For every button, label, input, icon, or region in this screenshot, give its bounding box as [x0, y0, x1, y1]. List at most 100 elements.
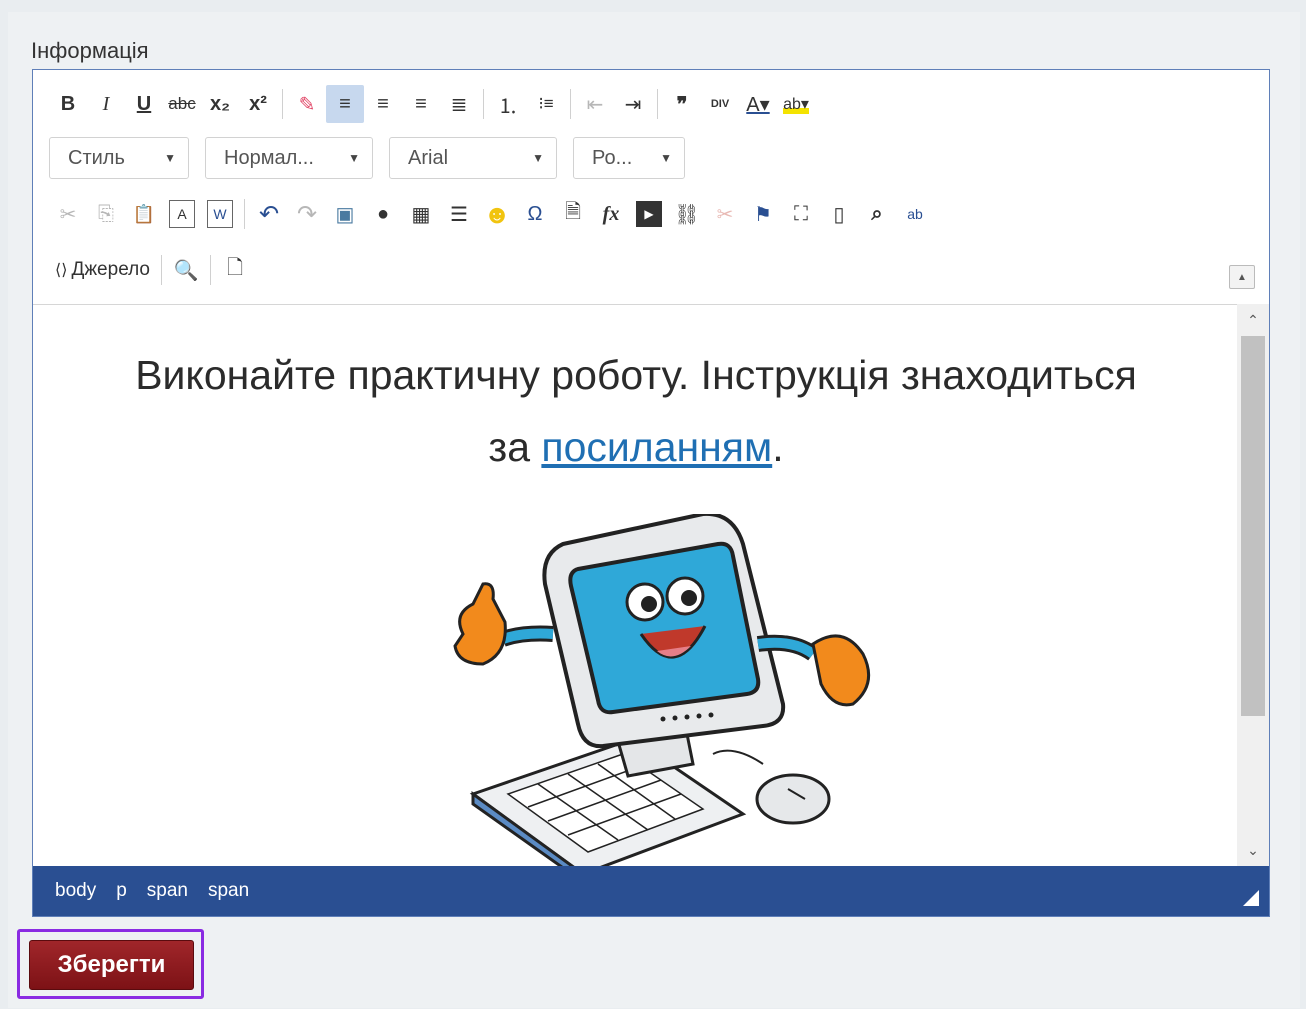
subscript-button[interactable]: x₂ [201, 85, 239, 123]
italic-icon: I [102, 92, 110, 115]
path-item-span[interactable]: span [147, 880, 188, 902]
iframe-button[interactable]: 🗎 [554, 195, 592, 233]
undo-button[interactable]: ↶ [250, 195, 288, 233]
special-char-icon: Ω [527, 202, 543, 225]
align-center-icon: ≡ [377, 92, 389, 115]
scroll-down-arrow-icon[interactable]: ⌄ [1237, 834, 1269, 866]
save-button[interactable]: Зберегти [29, 940, 194, 990]
superscript-button[interactable]: x² [239, 85, 277, 123]
indent-icon: ⇥ [624, 93, 642, 116]
resize-grip-icon[interactable] [1243, 890, 1259, 906]
content-line-1: Виконайте практичну роботу. Інструкція з… [135, 352, 1137, 398]
align-center-button[interactable]: ≡ [364, 85, 402, 123]
undo-icon: ↶ [258, 200, 280, 228]
strikethrough-button[interactable]: abc [163, 85, 201, 123]
align-justify-button[interactable]: ≣ [440, 85, 478, 123]
flash-button[interactable]: ● [364, 195, 402, 233]
link-button[interactable]: ⛓ [668, 195, 706, 233]
paste-word-icon: W [207, 200, 233, 228]
font-combo-value: Arial [408, 146, 449, 169]
keyboard-illustration [469, 737, 747, 866]
toolbar-row-combos: Стиль ▼ Нормал... ▼ Arial ▼ Ро... ▼ [49, 137, 701, 179]
paste-text-button[interactable]: A [163, 195, 201, 233]
special-char-button[interactable]: Ω [516, 195, 554, 233]
templates-button[interactable]: 🗋 [216, 251, 254, 289]
unlink-button[interactable]: ✂ [706, 195, 744, 233]
smiley-icon: ☻ [483, 198, 511, 229]
toolbar-separator [161, 255, 162, 285]
underline-button[interactable]: U [125, 85, 163, 123]
copy-button[interactable]: ⎘ [87, 195, 125, 233]
style-combo-value: Стиль [68, 146, 125, 169]
cut-button[interactable]: ✂ [49, 195, 87, 233]
preview-button[interactable]: 🔍 [167, 251, 205, 289]
horizontal-line-button[interactable]: ☰ [440, 195, 478, 233]
div-container-icon: DIV [710, 98, 730, 110]
bulleted-list-icon: ⁝≡ [538, 94, 554, 113]
path-item-body[interactable]: body [55, 880, 96, 902]
background-color-button[interactable]: ab▾ [777, 85, 815, 123]
source-label: Джерело [71, 259, 150, 280]
find-button[interactable]: ⌕ [858, 195, 896, 233]
scroll-up-arrow-icon[interactable]: ⌃ [1237, 304, 1269, 336]
strikethrough-icon: abc [168, 94, 196, 113]
cut-icon: ✂ [59, 203, 77, 226]
numbered-list-button[interactable]: ⒈ [489, 85, 527, 123]
font-combo[interactable]: Arial ▼ [389, 137, 557, 179]
path-item-span[interactable]: span [208, 880, 249, 902]
superscript-icon: x² [249, 92, 267, 115]
text-color-button[interactable]: A▾ [739, 85, 777, 123]
chevron-down-icon: ▼ [348, 151, 360, 165]
copy-icon: ⎘ [98, 202, 114, 225]
rich-text-editor: B I Uabc x₂ x² ✎ ≡ ≡ ≡ ≣ ⒈ ⁝≡ ⇤ ⇥ ❞ DIV A▾ ab▾ Стиль ▼ Норм… [32, 69, 1270, 917]
text-color-icon: A▾ [746, 93, 770, 116]
align-right-button[interactable]: ≡ [402, 85, 440, 123]
image-button[interactable]: ▣ [326, 195, 364, 233]
paste-word-button[interactable]: W [201, 195, 239, 233]
show-blocks-button[interactable]: ▯ [820, 195, 858, 233]
italic-button[interactable]: I [87, 85, 125, 123]
format-combo[interactable]: Нормал... ▼ [205, 137, 373, 179]
maximize-icon: ⛶ [794, 202, 808, 225]
scroll-thumb[interactable] [1241, 336, 1265, 716]
bulleted-list-button[interactable]: ⁝≡ [527, 85, 565, 123]
smiley-button[interactable]: ☻ [478, 195, 516, 233]
youtube-icon: ▶ [636, 201, 662, 227]
redo-button[interactable]: ↷ [288, 195, 326, 233]
templates-icon: 🗋 [226, 257, 244, 279]
formula-icon: fx [602, 202, 620, 225]
align-justify-icon: ≣ [450, 93, 468, 116]
format-combo-value: Нормал... [224, 146, 314, 169]
source-button[interactable]: ⟨⟩ Джерело [49, 251, 156, 289]
anchor-icon: ⚑ [754, 203, 772, 226]
paste-button[interactable]: 📋 [125, 195, 163, 233]
outdent-button[interactable]: ⇤ [576, 85, 614, 123]
find-icon: ⌕ [871, 202, 883, 225]
collapse-toolbar-button[interactable]: ▲ [1229, 265, 1255, 289]
bold-button[interactable]: B [49, 85, 87, 123]
div-container-button[interactable]: DIV [701, 85, 739, 123]
maximize-button[interactable]: ⛶ [782, 195, 820, 233]
paste-text-icon: A [169, 200, 195, 228]
outdent-icon: ⇤ [586, 93, 604, 116]
blockquote-icon: ❞ [676, 93, 688, 116]
chevron-down-icon: ▼ [532, 151, 544, 165]
align-left-button[interactable]: ≡ [326, 85, 364, 123]
path-item-p[interactable]: p [116, 880, 127, 902]
flash-icon: ● [376, 202, 390, 225]
blockquote-button[interactable]: ❞ [663, 85, 701, 123]
link-icon: ⛓ [674, 203, 700, 226]
anchor-button[interactable]: ⚑ [744, 195, 782, 233]
remove-format-button[interactable]: ✎ [288, 85, 326, 123]
replace-button[interactable]: ab [896, 195, 934, 233]
instruction-link[interactable]: посиланням [541, 424, 772, 470]
indent-button[interactable]: ⇥ [614, 85, 652, 123]
editor-scrollbar[interactable]: ⌃ ⌄ [1237, 304, 1269, 866]
youtube-button[interactable]: ▶ [630, 195, 668, 233]
formula-button[interactable]: fx [592, 195, 630, 233]
style-combo[interactable]: Стиль ▼ [49, 137, 189, 179]
table-button[interactable]: ▦ [402, 195, 440, 233]
editor-content-area[interactable]: Виконайте практичну роботу. Інструкція з… [33, 304, 1239, 866]
size-combo[interactable]: Ро... ▼ [573, 137, 685, 179]
size-combo-value: Ро... [592, 146, 633, 169]
